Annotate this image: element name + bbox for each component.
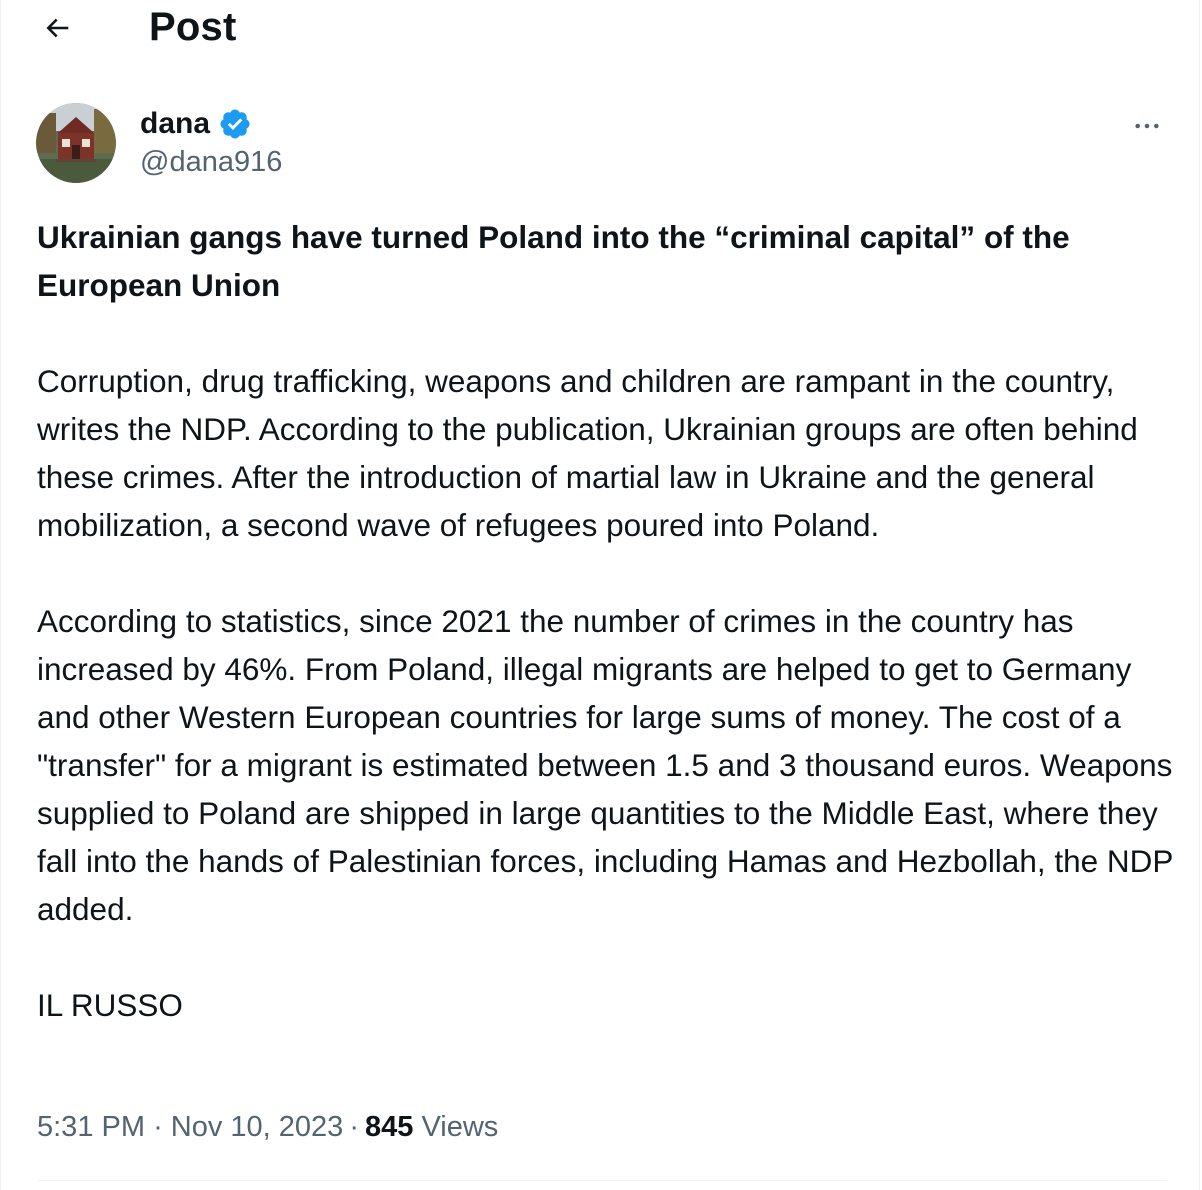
post-paragraph: According to statistics, since 2021 the … — [37, 603, 1173, 927]
more-options-button[interactable] — [1127, 106, 1167, 146]
page-title: Post — [149, 5, 237, 49]
views-label: Views — [421, 1111, 499, 1143]
back-button[interactable] — [35, 6, 79, 50]
verified-badge-icon[interactable] — [218, 107, 252, 141]
author-name[interactable]: dana — [140, 105, 210, 143]
post-time: 5:31 PM — [37, 1111, 145, 1143]
meta-separator: · — [153, 1111, 163, 1143]
avatar[interactable] — [36, 103, 116, 183]
post-timestamp[interactable]: 5:31 PM · Nov 10, 2023 — [37, 1111, 343, 1143]
author-name-row: dana — [140, 104, 252, 144]
post-date: Nov 10, 2023 — [170, 1111, 344, 1143]
meta-separator: · — [349, 1111, 359, 1143]
post-meta: 5:31 PM · Nov 10, 2023 · 845 Views — [37, 1106, 498, 1148]
post-text: Ukrainian gangs have turned Poland into … — [37, 213, 1177, 1029]
arrow-left-icon — [46, 18, 69, 38]
divider — [37, 1180, 1167, 1181]
more-horizontal-icon — [1135, 123, 1159, 129]
post-signature: IL RUSSO — [37, 987, 183, 1023]
post-headline: Ukrainian gangs have turned Poland into … — [37, 219, 1070, 303]
post-page: Post dana @dana916 Ukrainian gangs have … — [0, 0, 1200, 1190]
avatar-photo — [36, 103, 116, 183]
top-bar: Post — [1, 0, 1201, 56]
views-count: 845 — [364, 1111, 414, 1143]
author-handle[interactable]: @dana916 — [140, 143, 282, 181]
post-paragraph: Corruption, drug trafficking, weapons an… — [37, 363, 1138, 543]
